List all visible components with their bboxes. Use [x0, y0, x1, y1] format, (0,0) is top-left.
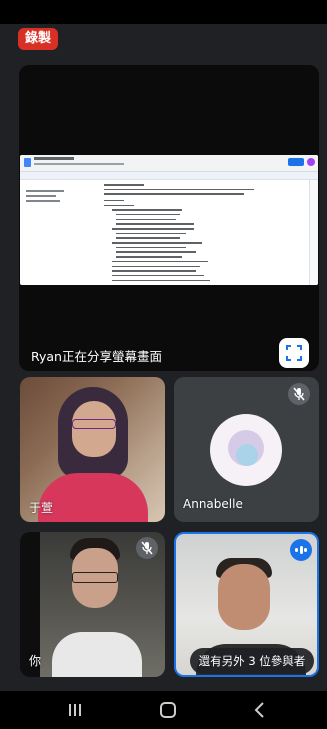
participant-name: 你	[29, 654, 42, 668]
status-bar	[0, 0, 327, 24]
fullscreen-icon	[286, 345, 302, 361]
more-participants-button[interactable]: 還有另外 3 位參與者	[190, 648, 314, 674]
mute-indicator	[288, 383, 310, 405]
participant-name: 于萱	[29, 501, 54, 515]
doc-title-bar	[20, 155, 318, 172]
mute-indicator	[136, 537, 158, 559]
recents-button[interactable]	[65, 700, 85, 720]
home-button[interactable]	[158, 700, 178, 720]
fullscreen-button[interactable]	[279, 338, 309, 368]
home-icon	[160, 702, 176, 718]
audio-level-icon	[290, 539, 312, 561]
self-view-tile[interactable]: 你	[20, 532, 165, 677]
participant-tile[interactable]: 于萱	[20, 377, 165, 522]
screen-share-label: Ryan正在分享螢幕畫面	[31, 349, 162, 364]
doc-text-lines	[104, 184, 264, 284]
doc-outline	[26, 190, 66, 205]
participant-name: Annabelle	[183, 497, 243, 511]
doc-body	[20, 180, 318, 285]
back-button[interactable]	[250, 700, 270, 720]
mic-off-icon	[293, 387, 305, 401]
participant-tile[interactable]: Annabelle	[174, 377, 319, 522]
doc-toolbar	[20, 172, 318, 180]
back-icon	[254, 702, 264, 718]
mic-off-icon	[141, 541, 153, 555]
avatar	[210, 414, 282, 486]
shared-document-preview	[20, 155, 318, 285]
navigation-bar	[0, 691, 327, 729]
screen-share-tile[interactable]: Ryan正在分享螢幕畫面	[19, 65, 319, 371]
recording-badge[interactable]: 錄製	[18, 28, 58, 50]
docs-icon	[24, 158, 31, 167]
recents-icon	[69, 704, 81, 716]
